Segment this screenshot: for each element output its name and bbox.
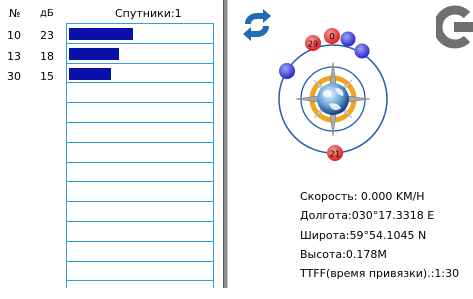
globe-icon	[317, 83, 349, 115]
signal-table-row	[67, 161, 213, 181]
satellite-snr: 18	[40, 50, 54, 63]
snr-bar	[69, 28, 133, 40]
latitude-readout: Широта:59°54.1045 N	[300, 229, 427, 242]
signal-table-row	[67, 221, 213, 240]
satellite-id: 13	[7, 50, 21, 63]
signal-table-row	[67, 181, 213, 200]
satellite-snr: 23	[40, 29, 54, 42]
satellite-marker	[340, 31, 356, 47]
panel-splitter[interactable]	[223, 0, 228, 288]
satellite-marker: 29	[305, 35, 321, 51]
signal-table-row	[67, 201, 213, 220]
snr-bar	[69, 47, 119, 60]
signal-table-row	[67, 141, 213, 161]
signal-table-row	[67, 102, 213, 121]
signal-table-row	[67, 23, 213, 42]
satellite-marker: 0	[324, 28, 340, 44]
satellite-marker	[354, 43, 370, 59]
svg-text:29: 29	[308, 40, 318, 49]
signal-table-row	[67, 240, 213, 260]
refresh-icon[interactable]	[240, 8, 274, 42]
svg-text:21: 21	[330, 150, 340, 159]
svg-text:0: 0	[329, 33, 335, 43]
satellite-id: 10	[7, 29, 21, 42]
app-logo-icon	[436, 5, 473, 49]
signal-table-row	[67, 62, 213, 82]
longitude-readout: Долгота:030°17.3318 E	[300, 209, 435, 222]
snr-bar	[69, 67, 111, 80]
satellite-id: 30	[7, 70, 21, 83]
signal-table-row	[67, 260, 213, 280]
altitude-readout: Высота:0.178M	[300, 248, 387, 261]
column-header-number: №	[9, 7, 21, 20]
satellite-snr: 15	[40, 70, 54, 83]
signal-table-row	[67, 82, 213, 101]
signal-table-row	[67, 122, 213, 141]
satellite-marker: 21	[327, 145, 343, 161]
speed-readout: Скорость: 0.000 KM/H	[300, 190, 425, 203]
signal-table-row	[67, 42, 213, 62]
satellite-sky-view: 0 29 21	[278, 28, 388, 161]
ttff-readout: TTFF(время привязки).:1:30	[300, 267, 460, 280]
satellites-count-label: Спутники:1	[115, 7, 182, 20]
satellite-marker	[279, 63, 295, 79]
column-header-db: дБ	[40, 8, 54, 19]
signal-table-row	[67, 280, 213, 299]
signal-bar-table	[66, 23, 214, 288]
